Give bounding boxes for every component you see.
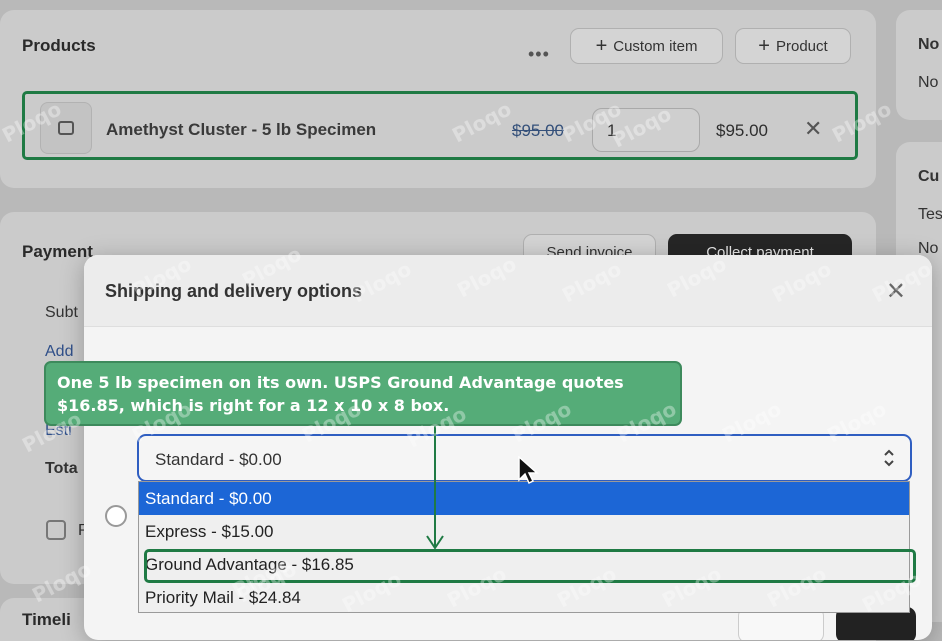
- close-icon[interactable]: ✕: [886, 277, 906, 306]
- custom-item-button[interactable]: + Custom item: [570, 28, 723, 64]
- option-standard[interactable]: Standard - $0.00: [139, 482, 909, 515]
- highlight-product-row: [22, 91, 858, 160]
- chevron-up-down-icon: [884, 449, 894, 467]
- add-product-label: Product: [775, 37, 828, 55]
- shipping-options-list: Standard - $0.00 Express - $15.00 Ground…: [138, 481, 910, 613]
- total-label: Tota: [45, 460, 78, 477]
- subtotal-label: Subt: [45, 304, 78, 321]
- add-discount-link[interactable]: Add: [45, 343, 73, 361]
- plus-icon: +: [758, 35, 770, 57]
- payment-title: Payment: [22, 242, 93, 261]
- option-express[interactable]: Express - $15.00: [139, 515, 909, 548]
- add-product-button[interactable]: + Product: [735, 28, 851, 64]
- custom-item-label: Custom item: [613, 37, 698, 55]
- highlight-ground-advantage: [144, 549, 916, 583]
- products-title: Products: [22, 36, 96, 55]
- customer-title: Cu: [918, 168, 940, 185]
- shipping-radio[interactable]: [105, 505, 127, 527]
- mouse-cursor-icon: [518, 456, 539, 485]
- option-priority-mail[interactable]: Priority Mail - $24.84: [139, 581, 909, 614]
- modal-header: Shipping and delivery options ✕: [84, 255, 932, 327]
- notes-title: No: [918, 36, 940, 53]
- annotation-arrow-icon: [426, 426, 444, 550]
- notes-card: [896, 10, 942, 120]
- more-actions-icon[interactable]: •••: [528, 44, 550, 65]
- timeline-title: Timeli: [22, 610, 71, 629]
- select-value: Standard - $0.00: [155, 450, 282, 469]
- customer-link[interactable]: Tes: [918, 206, 942, 224]
- notes-text: No: [918, 74, 939, 91]
- modal-title: Shipping and delivery options: [105, 281, 363, 301]
- annotation-callout: One 5 lb specimen on its own. USPS Groun…: [44, 361, 682, 426]
- plus-icon: +: [595, 35, 608, 57]
- payment-checkbox[interactable]: [46, 520, 66, 540]
